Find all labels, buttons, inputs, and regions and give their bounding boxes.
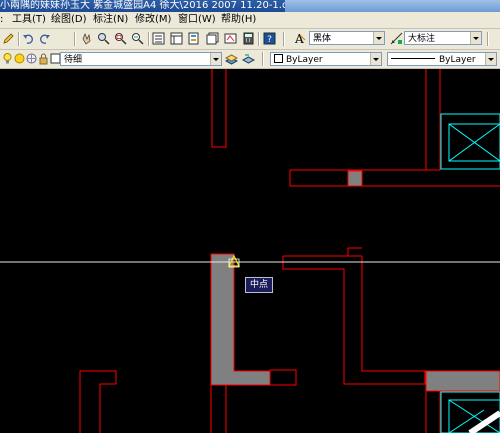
wall-fill [425,370,500,392]
menu-dimension[interactable]: 标注(N) [93,13,128,27]
text-style-select[interactable]: 黑体 [309,31,385,45]
text-style-icon[interactable]: A [293,32,306,45]
color-value: ByLayer [286,55,323,65]
text-style-value: 黑体 [313,34,332,44]
layer-value: 待细 [64,55,83,65]
dim-style-value: 大标注 [408,34,436,44]
svg-text:A: A [294,32,304,45]
chevron-down-icon[interactable] [210,53,221,65]
linetype-select[interactable]: ByLayer [387,52,497,66]
toolbar-separator [283,32,285,46]
column-fill [347,170,363,187]
menu-window[interactable]: 窗口(W) [178,13,216,27]
toolbar-separator [258,32,260,46]
menu-help[interactable]: 帮助(H) [221,13,256,27]
toolbar-separator [148,32,150,46]
title-bar-right [285,0,500,12]
door-block-cross [448,123,500,162]
color-swatch-icon [274,54,283,63]
drawing-canvas[interactable] [0,69,500,433]
chevron-down-icon[interactable] [470,32,481,44]
zoom-previous-icon[interactable] [131,32,144,45]
chevron-down-icon[interactable] [485,53,496,65]
linetype-value: ByLayer [439,55,476,65]
redo-icon[interactable] [38,32,51,45]
menu-tools[interactable]: 工具(T) [12,13,46,27]
window-title: 小兩隅的妹妹孙玉大 紫金城盛园A4 徐大\2016 2007 11.20-1.d… [0,0,307,11]
toolbar-separator [262,52,264,66]
menu-left-edge: : [0,14,4,25]
standard-toolbar: ? A 黑体 大标注 [0,29,500,50]
wall-outline [269,369,297,386]
markup-icon[interactable] [224,32,237,45]
sheet-set-icon[interactable] [206,32,219,45]
tool-palette-icon[interactable] [188,32,201,45]
wall-outline [282,247,426,385]
menu-modify[interactable]: 修改(M) [135,13,171,27]
title-bar: 小兩隅的妹妹孙玉大 紫金城盛园A4 徐大\2016 2007 11.20-1.d… [0,0,500,12]
layer-manager-icon[interactable] [225,52,238,65]
zoom-realtime-icon[interactable] [97,32,110,45]
toolbar-separator [74,32,76,46]
wall-outline [79,370,117,433]
layer-select[interactable]: 待细 [60,52,222,66]
menu-bar: : 工具(T) 绘图(D) 标注(N) 修改(M) 窗口(W) 帮助(H) [0,12,500,29]
undo-icon[interactable] [22,32,35,45]
help-icon[interactable]: ? [263,32,276,45]
wall-outline [211,69,227,148]
toolbar-separator [487,32,489,46]
wall-fill [210,253,271,386]
layers-toolbar: 待细 ByLayer ByLayer [0,50,500,69]
wall-outline [425,391,441,433]
dim-style-icon[interactable] [390,32,403,45]
calculator-icon[interactable] [242,32,255,45]
wall-outline [425,69,441,171]
menu-draw[interactable]: 绘图(D) [51,13,87,27]
dim-style-select[interactable]: 大标注 [404,31,482,45]
svg-text:?: ? [267,35,272,45]
chevron-down-icon[interactable] [370,53,381,65]
properties-icon[interactable] [152,32,165,45]
design-center-icon[interactable] [170,32,183,45]
wall-outline [289,169,500,187]
zoom-window-icon[interactable] [114,32,127,45]
toolbar-separator [18,32,20,46]
color-select[interactable]: ByLayer [270,52,382,66]
pencil-icon[interactable] [2,32,15,45]
pan-icon[interactable] [80,32,93,45]
snap-tooltip: 中点 [245,277,274,293]
wall-outline [210,385,227,433]
linetype-preview [391,58,435,59]
layer-previous-icon[interactable] [242,52,255,65]
chevron-down-icon[interactable] [373,32,384,44]
